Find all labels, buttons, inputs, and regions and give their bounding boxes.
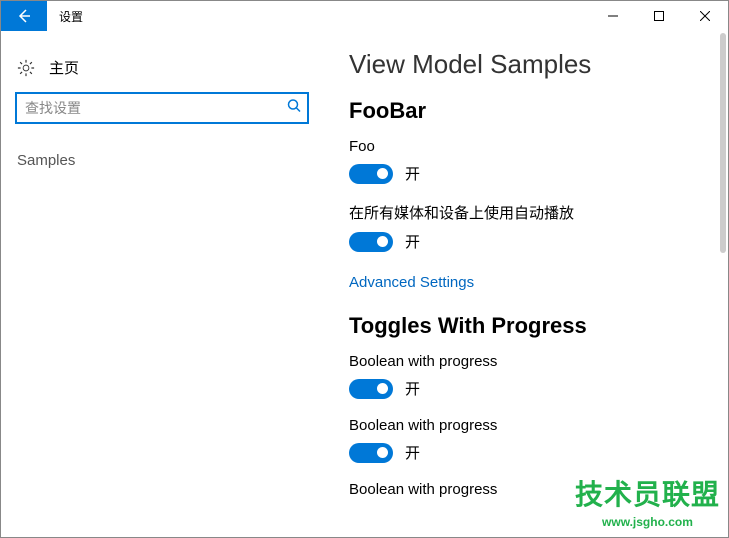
section-foobar-title: FooBar — [349, 98, 708, 124]
back-button[interactable] — [1, 1, 47, 31]
close-button[interactable] — [682, 1, 728, 31]
settings-window: 设置 主页 Sampl — [0, 0, 729, 538]
maximize-icon — [654, 11, 664, 21]
titlebar-spacer — [95, 1, 590, 31]
page-title: View Model Samples — [349, 49, 708, 80]
window-title: 设置 — [47, 1, 95, 31]
setting-bool2-row: 开 — [349, 442, 708, 463]
toggle-foo-state: 开 — [405, 163, 420, 184]
setting-autoplay-row: 开 — [349, 231, 708, 252]
setting-bool2-label: Boolean with progress — [349, 417, 708, 434]
setting-bool3-label: Boolean with progress — [349, 481, 708, 498]
titlebar: 设置 — [1, 1, 728, 31]
minimize-icon — [608, 11, 618, 21]
toggle-knob-icon — [377, 447, 388, 458]
toggle-knob-icon — [377, 168, 388, 179]
toggle-knob-icon — [377, 383, 388, 394]
content-pane: View Model Samples FooBar Foo 开 在所有媒体和设备… — [323, 31, 728, 537]
search-wrap — [15, 92, 309, 124]
setting-foo-row: 开 — [349, 163, 708, 184]
back-arrow-icon — [16, 8, 32, 24]
toggle-autoplay[interactable] — [349, 232, 393, 252]
setting-autoplay-label: 在所有媒体和设备上使用自动播放 — [349, 202, 708, 223]
search-input[interactable] — [15, 92, 309, 124]
home-nav-item[interactable]: 主页 — [15, 51, 309, 92]
toggle-bool1-state: 开 — [405, 378, 420, 399]
advanced-settings-link[interactable]: Advanced Settings — [349, 274, 474, 291]
toggle-knob-icon — [377, 236, 388, 247]
toggle-autoplay-state: 开 — [405, 231, 420, 252]
close-icon — [700, 11, 710, 21]
toggle-bool2-state: 开 — [405, 442, 420, 463]
gear-icon — [17, 59, 35, 77]
setting-bool1-label: Boolean with progress — [349, 353, 708, 370]
setting-foo-label: Foo — [349, 138, 708, 155]
scrollbar-thumb[interactable] — [720, 33, 726, 253]
toggle-foo[interactable] — [349, 164, 393, 184]
sidebar-item-samples[interactable]: Samples — [15, 146, 309, 175]
home-label: 主页 — [49, 57, 79, 78]
sidebar: 主页 Samples — [1, 31, 323, 537]
setting-bool1-row: 开 — [349, 378, 708, 399]
window-body: 主页 Samples View Model Samples FooBar Foo… — [1, 31, 728, 537]
maximize-button[interactable] — [636, 1, 682, 31]
section-toggles-title: Toggles With Progress — [349, 313, 708, 339]
minimize-button[interactable] — [590, 1, 636, 31]
toggle-bool1[interactable] — [349, 379, 393, 399]
toggle-bool2[interactable] — [349, 443, 393, 463]
